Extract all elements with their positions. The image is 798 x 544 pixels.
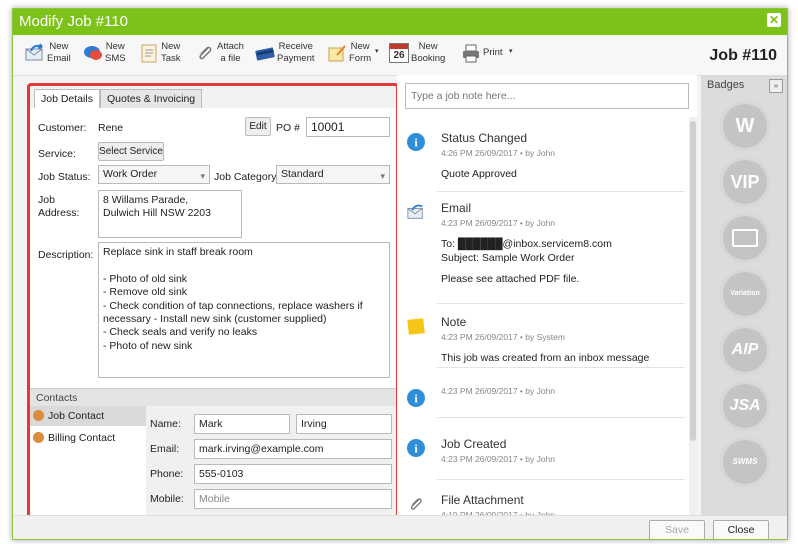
contact-item-job[interactable]: Job Contact bbox=[30, 406, 146, 426]
job-note-input[interactable]: Type a job note here... bbox=[405, 83, 689, 109]
window-title: Modify Job #110 bbox=[19, 13, 128, 30]
job-status-select[interactable]: Work Order ▾ bbox=[98, 165, 210, 184]
form-icon bbox=[328, 45, 346, 62]
contact-phone-label: Phone: bbox=[150, 468, 184, 480]
info-icon: i bbox=[407, 133, 425, 151]
close-button[interactable]: Close bbox=[713, 520, 769, 539]
save-button[interactable]: Save bbox=[649, 520, 705, 539]
contact-name-label: Name: bbox=[150, 418, 181, 430]
chevron-down-icon: ▾ bbox=[200, 171, 205, 181]
person-icon bbox=[33, 432, 44, 443]
print-button[interactable]: Print ▾ bbox=[461, 41, 517, 71]
chevron-down-icon: ▾ bbox=[380, 171, 385, 181]
first-name-input[interactable]: Mark bbox=[194, 414, 290, 434]
divider bbox=[437, 479, 685, 480]
contacts-list: Job Contact Billing Contact bbox=[30, 406, 146, 518]
scrollbar-thumb[interactable] bbox=[690, 121, 696, 441]
badge-aip-icon[interactable]: AIP bbox=[720, 325, 770, 375]
contact-item-billing[interactable]: Billing Contact bbox=[30, 428, 146, 448]
last-name-input[interactable]: Irving bbox=[296, 414, 392, 434]
chevron-down-icon: ▾ bbox=[509, 48, 513, 55]
tab-job-details[interactable]: Job Details bbox=[34, 89, 100, 109]
badge-w-icon[interactable]: W bbox=[720, 101, 770, 151]
printer-icon bbox=[463, 44, 479, 63]
tab-bar: Job Details Quotes & Invoicing bbox=[30, 86, 396, 109]
new-email-button[interactable]: New Email bbox=[25, 41, 81, 71]
email-icon bbox=[407, 204, 423, 219]
receive-payment-button[interactable]: Receive Payment bbox=[255, 41, 319, 71]
badge-swms-icon[interactable]: SWMS bbox=[720, 437, 770, 487]
tab-quotes-invoicing[interactable]: Quotes & Invoicing bbox=[100, 89, 203, 108]
job-number-heading: Job #110 bbox=[709, 47, 777, 64]
contact-form: Name: Mark Irving Email: mark.irving@exa… bbox=[146, 406, 396, 518]
badge-variation-icon[interactable]: Variation bbox=[720, 269, 770, 319]
service-label: Service: bbox=[38, 148, 76, 160]
description-textarea[interactable]: Replace sink in staff break room - Photo… bbox=[98, 242, 390, 378]
badges-panel: Badges » W VIP Variation AIP JSA SWMS bbox=[701, 75, 787, 515]
badge-card-icon[interactable] bbox=[720, 213, 770, 263]
job-details-panel: Job Details Quotes & Invoicing Customer:… bbox=[27, 83, 399, 521]
new-form-button[interactable]: New Form ▾ bbox=[327, 41, 379, 71]
activity-item[interactable]: Note 4:23 PM 26/09/2017 • by System This… bbox=[397, 315, 687, 365]
footer-bar: Save Close bbox=[13, 515, 787, 539]
activity-panel: Type a job note here... i Status Changed… bbox=[397, 75, 697, 520]
badge-vip-icon[interactable]: VIP bbox=[720, 157, 770, 207]
person-icon bbox=[33, 410, 44, 421]
calendar-icon: 26 bbox=[389, 43, 409, 63]
job-status-label: Job Status: bbox=[38, 171, 91, 183]
edit-customer-button[interactable]: Edit bbox=[245, 117, 271, 136]
activity-scrollbar[interactable] bbox=[689, 117, 697, 515]
activity-item[interactable]: i Status Changed 4:26 PM 26/09/2017 • by… bbox=[397, 131, 687, 191]
paperclip-icon bbox=[199, 46, 212, 60]
job-address-label: Job Address: bbox=[38, 194, 80, 219]
info-icon: i bbox=[407, 439, 425, 457]
divider bbox=[437, 367, 685, 368]
task-icon bbox=[141, 44, 157, 63]
paperclip-icon bbox=[410, 498, 422, 510]
job-address-input[interactable]: 8 Willams Parade, Dulwich Hill NSW 2203 bbox=[98, 190, 242, 238]
contact-mobile-label: Mobile: bbox=[150, 493, 184, 505]
po-label: PO # bbox=[276, 122, 300, 134]
email-icon bbox=[25, 43, 43, 61]
chevron-down-icon: ▾ bbox=[375, 48, 379, 55]
contact-email-label: Email: bbox=[150, 443, 180, 455]
expand-badges-icon[interactable]: » bbox=[769, 79, 783, 93]
select-service-button[interactable]: Select Service bbox=[98, 142, 164, 161]
activity-item[interactable]: i Job Created 4:23 PM 26/09/2017 • by Jo… bbox=[397, 437, 687, 469]
new-task-button[interactable]: New Task bbox=[139, 41, 189, 71]
contacts-header: Contacts bbox=[30, 388, 396, 406]
divider bbox=[437, 303, 685, 304]
sms-icon bbox=[84, 46, 102, 60]
email-field[interactable]: mark.irving@example.com bbox=[194, 439, 392, 459]
customer-value: Rene bbox=[98, 122, 124, 134]
badge-jsa-icon[interactable]: JSA bbox=[720, 381, 770, 431]
badges-header: Badges bbox=[707, 79, 745, 91]
divider bbox=[437, 417, 685, 418]
job-category-select[interactable]: Standard ▾ bbox=[276, 165, 390, 184]
new-sms-button[interactable]: New SMS bbox=[83, 41, 133, 71]
activity-item[interactable]: File Attachment 4:19 PM 26/09/2017 • by … bbox=[397, 493, 687, 520]
description-label: Description: bbox=[38, 249, 94, 261]
customer-label: Customer: bbox=[38, 122, 87, 134]
close-window-icon[interactable]: ✕ bbox=[767, 13, 781, 27]
modify-job-window: Modify Job #110 ✕ New Email New SMS New … bbox=[12, 8, 788, 540]
new-booking-button[interactable]: 26 New Booking bbox=[389, 41, 453, 71]
phone-field[interactable]: 555-0103 bbox=[194, 464, 392, 484]
attach-file-button[interactable]: Attach a file bbox=[195, 41, 249, 71]
payment-icon bbox=[255, 47, 275, 61]
activity-item[interactable]: i 4:23 PM 26/09/2017 • by John bbox=[397, 375, 687, 409]
job-details-form: Customer: Rene Edit PO # 10001 Service: … bbox=[30, 108, 396, 388]
divider bbox=[437, 191, 685, 192]
toolbar: New Email New SMS New Task Attach a file… bbox=[13, 35, 787, 76]
title-bar: Modify Job #110 ✕ bbox=[13, 9, 787, 35]
activity-item[interactable]: Email 4:23 PM 26/09/2017 • by John To: █… bbox=[397, 201, 687, 297]
info-icon: i bbox=[407, 389, 425, 407]
job-category-label: Job Category bbox=[214, 171, 277, 183]
po-number-input[interactable]: 10001 bbox=[306, 117, 390, 137]
mobile-field[interactable]: Mobile bbox=[194, 489, 392, 509]
sticky-note-icon bbox=[407, 318, 425, 335]
